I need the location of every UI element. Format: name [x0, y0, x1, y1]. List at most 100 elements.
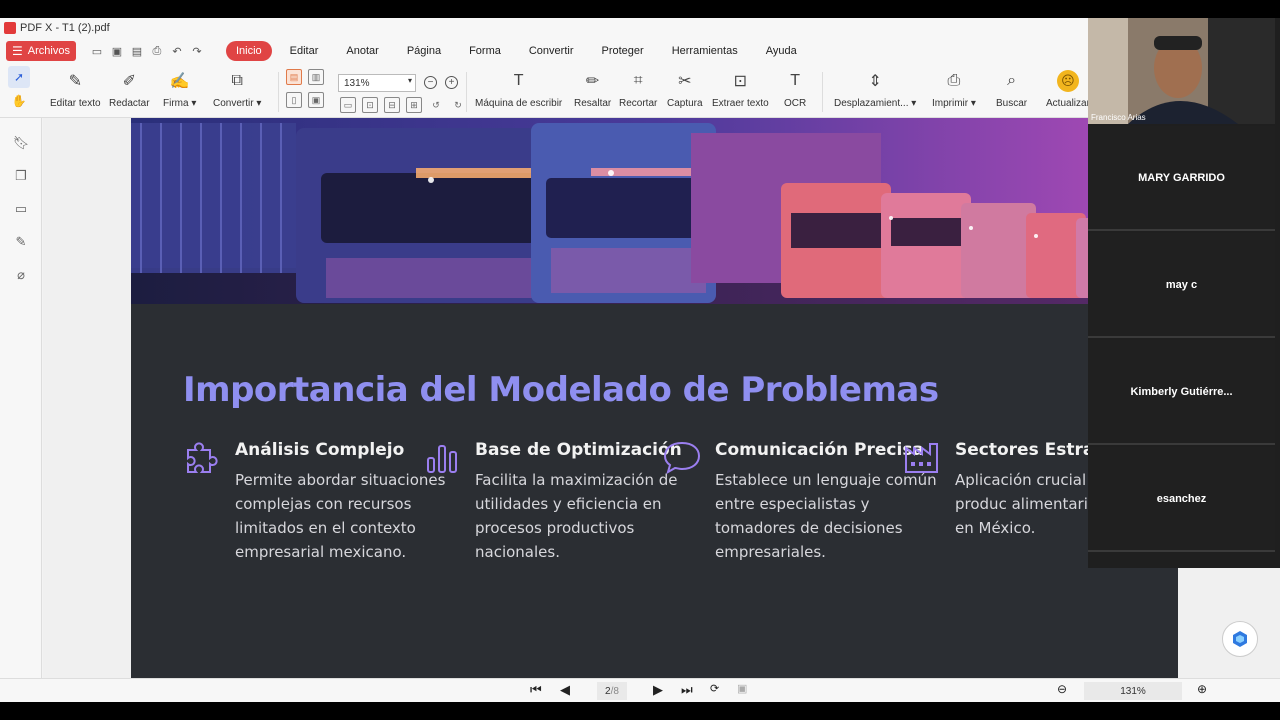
menu-forma[interactable]: Forma [459, 41, 511, 61]
scroll-text: Desplazamient... [834, 98, 909, 109]
rotate-left-icon[interactable]: ↺ [428, 97, 444, 113]
view-mode-row-2: ▯ ▣ [286, 92, 324, 108]
ocr-tool[interactable]: T OCR [784, 70, 806, 109]
rotate-page-icon[interactable]: ⟳ [710, 682, 719, 695]
prev-page-icon[interactable]: ◀ [560, 682, 570, 698]
capture-label: Captura [667, 98, 703, 109]
undo-icon[interactable]: ↶ [170, 44, 184, 58]
column-body: Establece un lenguaje común entre especi… [715, 471, 937, 561]
highlight-tool[interactable]: ✏ Resaltar [574, 70, 611, 109]
assistant-button[interactable] [1222, 621, 1258, 657]
zoom-status-field[interactable]: 131% [1084, 682, 1182, 700]
menu-pagina[interactable]: Página [397, 41, 451, 61]
participant-tile[interactable]: may c [1088, 233, 1275, 338]
single-page-icon[interactable]: ▤ [286, 69, 302, 85]
save-as-icon[interactable]: ▤ [130, 44, 144, 58]
left-sidebar: 🔖︎ ❐ ▭ ✎ ⌀ ⌄ [0, 118, 42, 702]
webcam-person [1088, 18, 1275, 124]
participant-tile[interactable]: esanchez [1088, 447, 1275, 552]
menu-anotar[interactable]: Anotar [336, 41, 388, 61]
reflow-icon[interactable]: ▣ [737, 682, 747, 695]
trucks-illustration [131, 118, 1178, 304]
menu-herramientas[interactable]: Herramientas [662, 41, 748, 61]
typewriter-icon: T [513, 72, 524, 89]
black-bar-bottom [0, 702, 1280, 720]
search-icon: ⌕ [1007, 72, 1017, 89]
next-page-icon[interactable]: ▶ [653, 682, 663, 698]
separator [466, 72, 467, 112]
menu-editar[interactable]: Editar [280, 41, 329, 61]
archivos-button[interactable]: ☰ Archivos [6, 41, 76, 61]
attachment-icon[interactable]: ⌀ [12, 266, 30, 284]
factory-icon [905, 443, 938, 473]
scissors-icon: ✂ [678, 73, 692, 90]
menu-convertir[interactable]: Convertir [519, 41, 584, 61]
main-menu: Inicio Editar Anotar Página Forma Conver… [225, 41, 815, 61]
convert-text: Convertir [213, 98, 254, 109]
menu-ayuda[interactable]: Ayuda [756, 41, 807, 61]
zoom-in-icon[interactable]: + [445, 76, 458, 89]
extract-text-label: Extraer texto [712, 98, 769, 109]
crop-tool[interactable]: ⌗ Recortar [619, 70, 657, 109]
printer-icon: ⎙ [947, 72, 961, 89]
select-cursor-icon[interactable]: ➚ [8, 66, 30, 88]
scroll-tool[interactable]: ⇕ Desplazamient... ▾ [834, 70, 916, 109]
title-bar: PDF X - T1 (2).pdf [0, 18, 1090, 38]
participant-name: esanchez [1156, 492, 1207, 505]
cover-page-icon[interactable]: ▣ [308, 92, 324, 108]
page-number-field[interactable]: 2/8 [597, 682, 627, 700]
print-tool[interactable]: ⎙ Imprimir ▾ [932, 70, 976, 109]
search-tool[interactable]: ⌕ Buscar [996, 70, 1027, 109]
update-tool[interactable]: ☹ Actualizar [1046, 70, 1090, 109]
edit-text-label: Editar texto [50, 98, 101, 109]
capture-tool[interactable]: ✂ Captura [667, 70, 703, 109]
pdf-page: Importancia del Modelado de Problemas An… [131, 118, 1178, 678]
column-body: Facilita la maximización de utilidades y… [475, 471, 678, 561]
ribbon-toolbar: ➚ ✋ ✎ Editar texto ✐ Redactar ✍ Firma ▾ … [0, 64, 1090, 118]
menu-proteger[interactable]: Proteger [591, 41, 653, 61]
redact-tool[interactable]: ✐ Redactar [109, 70, 150, 109]
hand-tool-icon[interactable]: ✋ [8, 90, 30, 112]
redo-icon[interactable]: ↷ [190, 44, 204, 58]
menu-inicio[interactable]: Inicio [225, 41, 272, 61]
hamburger-icon: ☰ [12, 44, 23, 58]
app-logo-icon [4, 22, 16, 34]
sign-text: Firma [163, 98, 189, 109]
first-page-icon[interactable]: ⏮ [530, 682, 542, 698]
highlighter-icon: ✏ [585, 73, 600, 90]
scroll-icon: ⇕ [868, 73, 882, 90]
bookmark-icon[interactable]: 🔖︎ [12, 134, 30, 152]
fit-width-icon[interactable]: ⊟ [384, 97, 400, 113]
extract-text-tool[interactable]: ⊡ Extraer texto [712, 70, 769, 109]
sign-tool[interactable]: ✍ Firma ▾ [163, 70, 196, 109]
edit-text-tool[interactable]: ✎ Editar texto [50, 70, 101, 109]
participant-tile[interactable]: MARY GARRIDO [1088, 126, 1275, 231]
print-icon[interactable]: ⎙ [150, 44, 164, 58]
continuous-page-icon[interactable]: ▥ [308, 69, 324, 85]
participant-tile[interactable]: Kimberly Gutiérre... [1088, 340, 1275, 445]
crop-icon: ⌗ [633, 72, 643, 89]
rotate-right-icon[interactable]: ↻ [450, 97, 466, 113]
fit-page-icon[interactable]: ⊡ [362, 97, 378, 113]
sign-label: Firma ▾ [163, 98, 197, 109]
view-mode-row-1: ▤ ▥ [286, 69, 324, 85]
convert-tool[interactable]: ⧉ Convertir ▾ [213, 70, 261, 109]
last-page-icon[interactable]: ⏭ [681, 682, 693, 698]
actual-size-icon[interactable]: ▭ [340, 97, 356, 113]
zoom-out-status-icon[interactable]: ⊖ [1057, 682, 1067, 696]
scroll-label: Desplazamient... ▾ [834, 98, 917, 109]
two-page-icon[interactable]: ▯ [286, 92, 302, 108]
pages-icon[interactable]: ❐ [12, 167, 30, 185]
typewriter-tool[interactable]: T Máquina de escribir [475, 70, 562, 109]
zoom-in-status-icon[interactable]: ⊕ [1197, 682, 1207, 696]
comment-icon[interactable]: ▭ [12, 200, 30, 218]
total-pages: /8 [610, 685, 619, 697]
zoom-select[interactable]: 131% ▾ [338, 74, 416, 92]
signature-panel-icon[interactable]: ✎ [12, 233, 30, 251]
smiley-icon: ☹ [1056, 70, 1079, 92]
assistant-icon [1233, 631, 1247, 647]
save-icon[interactable]: ▣ [110, 44, 124, 58]
open-folder-icon[interactable]: ▭ [90, 44, 104, 58]
zoom-out-icon[interactable]: − [424, 76, 437, 89]
fit-visible-icon[interactable]: ⊞ [406, 97, 422, 113]
